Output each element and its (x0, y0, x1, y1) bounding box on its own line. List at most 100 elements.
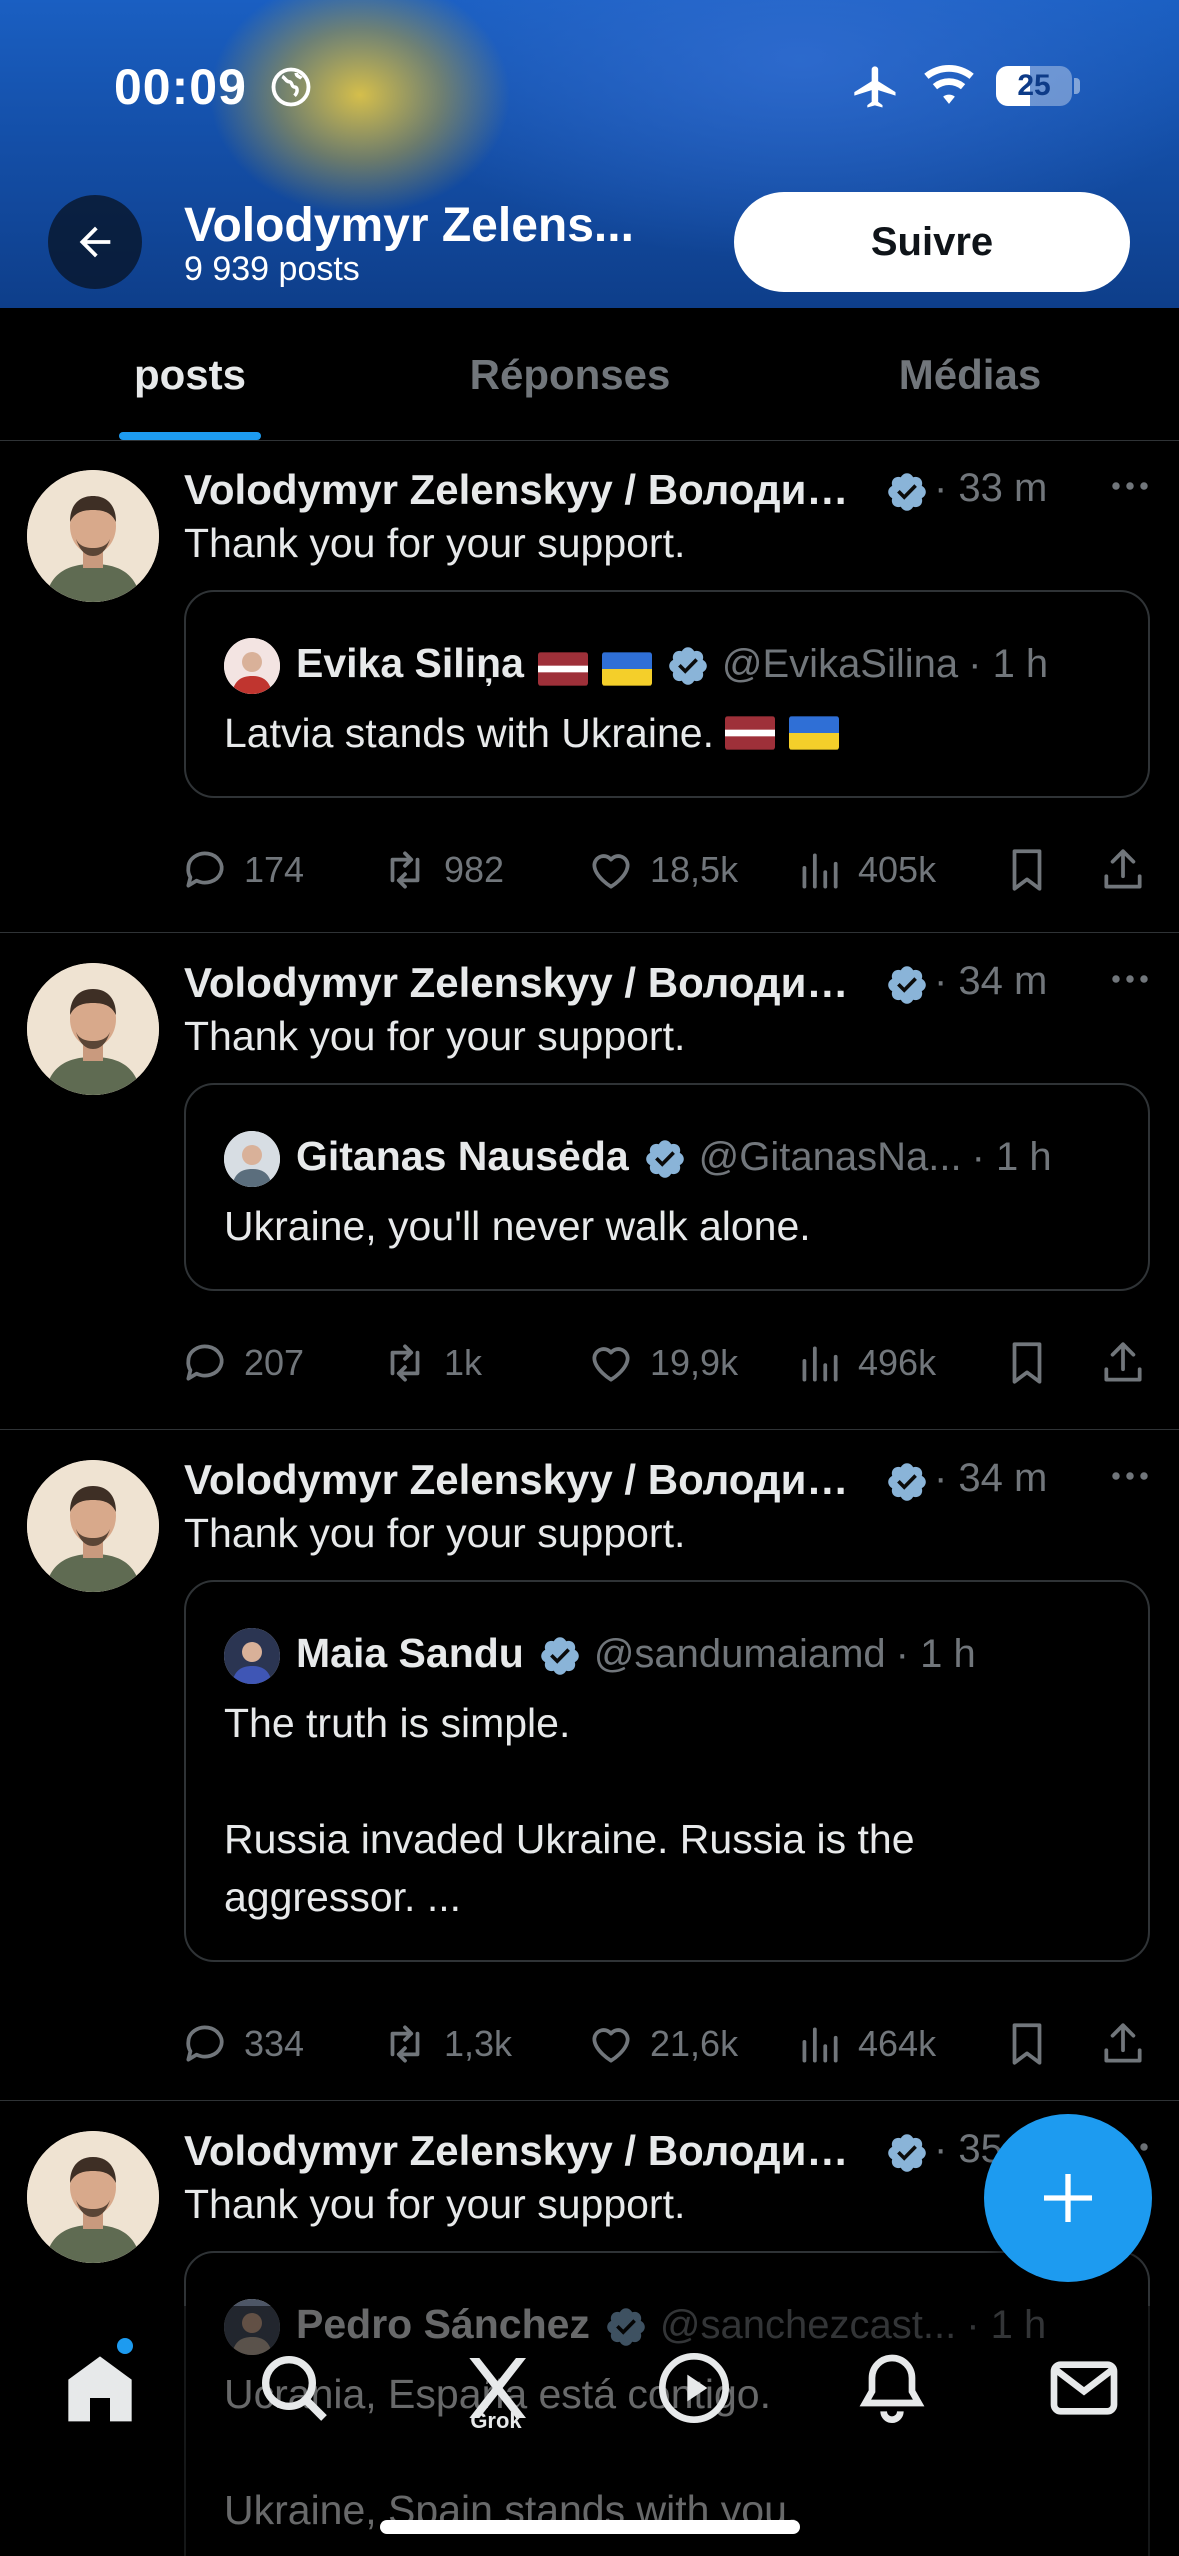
quoted-author-avatar (224, 1131, 280, 1187)
quoted-post-header: Maia Sandu @sandumaiamd · 1 h (224, 1622, 1124, 1684)
quoted-author-name: Gitanas Nausėda (296, 1133, 629, 1179)
like-icon (592, 2028, 630, 2063)
post-time: · 34 m (934, 959, 1048, 1003)
bookmark-button[interactable] (1002, 1333, 1066, 1393)
author-name[interactable]: Volodymyr Zelenskyy / Володимир Зеленськ… (184, 959, 879, 1007)
quoted-author-handle: @sandumaiamd (593, 1632, 886, 1676)
app-root: 00:09 25 Volodymyr Zelens... 9 939 posts… (0, 0, 1179, 2556)
grok-label: Grok (470, 2408, 522, 2433)
profile-banner: 00:09 25 Volodymyr Zelens... 9 939 posts… (0, 0, 1179, 308)
more-options-icon[interactable] (1102, 1448, 1158, 1504)
quote-avatar-image (224, 1628, 280, 1684)
quoted-post-body: The truth is simple. Russia invaded Ukra… (224, 1700, 915, 1920)
share-icon (1104, 2023, 1142, 2063)
repost-count: 1k (444, 1342, 483, 1383)
post[interactable]: Volodymyr Zelenskyy / Володимир Зеленськ… (0, 933, 1179, 1430)
post[interactable]: Volodymyr Zelenskyy / Володимир Зеленськ… (0, 1430, 1179, 2101)
repost-button[interactable]: 1,3k (380, 2014, 512, 2074)
author-avatar[interactable] (27, 1460, 159, 1592)
post-text: Thank you for your support. (184, 2181, 686, 2227)
views-icon (802, 2027, 838, 2063)
post-text: Thank you for your support. (184, 520, 686, 566)
views-button[interactable]: 405k (794, 840, 936, 900)
reply-button[interactable]: 334 (180, 2014, 304, 2074)
quoted-post-text: Ukraine, you'll never walk alone. (224, 1197, 1114, 1255)
quoted-post[interactable]: Evika Siliņa @EvikaSilina · 1 h Latvia stan… (184, 590, 1150, 798)
bookmark-button[interactable] (1002, 2014, 1066, 2074)
author-avatar[interactable] (27, 963, 159, 1095)
status-time: 00:09 (114, 59, 247, 115)
quoted-post[interactable]: Gitanas Nausėda @GitanasNa... · 1 h Ukraine… (184, 1083, 1150, 1291)
author-name[interactable]: Volodymyr Zelenskyy / Володимир Зеленськ… (184, 1456, 879, 1504)
quote-avatar-image (224, 638, 280, 694)
repost-button[interactable]: 1k (380, 1333, 482, 1393)
quoted-post-body: Ukraine, you'll never walk alone. (224, 1203, 811, 1249)
views-button[interactable]: 464k (794, 2014, 936, 2074)
reply-count: 334 (244, 2023, 305, 2064)
share-button[interactable] (1098, 840, 1162, 900)
battery-level: 25 (1017, 69, 1051, 102)
reply-icon (186, 851, 224, 888)
tab-media[interactable]: Médias (830, 308, 1110, 440)
repost-icon (390, 2025, 420, 2063)
messages-icon[interactable] (1044, 2348, 1124, 2428)
share-button[interactable] (1098, 1333, 1162, 1393)
more-options-icon[interactable] (1102, 951, 1158, 1007)
home-indicator (380, 2520, 800, 2534)
post-actions: 207 1k 19,9k 496k (184, 1333, 1164, 1393)
verified-badge-icon (888, 966, 926, 1004)
video-icon[interactable] (654, 2348, 734, 2428)
like-button[interactable]: 19,9k (586, 1333, 738, 1393)
post-text: Thank you for your support. (184, 1013, 686, 1059)
search-icon[interactable] (254, 2348, 334, 2428)
author-avatar[interactable] (27, 470, 159, 602)
avatar-image (27, 963, 159, 1095)
views-count: 464k (858, 2023, 937, 2064)
post-time: · 34 m (934, 1456, 1048, 1500)
follow-button[interactable]: Suivre (734, 192, 1130, 292)
quoted-author-avatar (224, 638, 280, 694)
airplane-mode-icon (854, 66, 896, 108)
avatar-image (27, 470, 159, 602)
quoted-post-header: Evika Siliņa @EvikaSilina · 1 h (224, 632, 1124, 694)
author-avatar[interactable] (27, 2131, 159, 2263)
reply-button[interactable]: 174 (180, 840, 304, 900)
battery-cap (1074, 78, 1080, 94)
repost-count: 982 (444, 849, 505, 890)
repost-icon (390, 1344, 420, 1382)
compose-post-button[interactable] (984, 2114, 1152, 2282)
reply-button[interactable]: 207 (180, 1333, 304, 1393)
views-button[interactable]: 496k (794, 1333, 936, 1393)
tab-posts[interactable]: posts (60, 308, 320, 440)
quoted-post-body: Latvia stands with Ukraine. (224, 710, 714, 756)
like-count: 19,9k (650, 1342, 739, 1383)
post[interactable]: Volodymyr Zelenskyy / Володимир Зеленськ… (0, 440, 1179, 933)
quoted-verified-badge-icon (645, 1140, 684, 1178)
share-icon (1104, 1342, 1142, 1382)
battery-indicator: 25 (996, 66, 1072, 106)
avatar-image (27, 1460, 159, 1592)
post-header: Volodymyr Zelenskyy / Володимир Зеленськ… (184, 1448, 1148, 1504)
share-icon (1104, 849, 1142, 889)
more-options-icon[interactable] (1102, 458, 1158, 514)
quoted-post[interactable]: Maia Sandu @sandumaiamd · 1 h The truth is … (184, 1580, 1150, 1962)
like-count: 18,5k (650, 849, 739, 890)
repost-icon (390, 851, 420, 889)
like-button[interactable]: 18,5k (586, 840, 738, 900)
author-name[interactable]: Volodymyr Zelenskyy / Володимир Зеленськ… (184, 2127, 879, 2175)
home-icon[interactable] (60, 2348, 140, 2428)
author-name[interactable]: Volodymyr Zelenskyy / Володимир Зеленськ… (184, 466, 879, 514)
like-count: 21,6k (650, 2023, 739, 2064)
bookmark-button[interactable] (1002, 840, 1066, 900)
plus-icon (1044, 2174, 1092, 2222)
notifications-icon[interactable] (852, 2348, 932, 2428)
quoted-author-name: Maia Sandu (296, 1630, 524, 1676)
like-button[interactable]: 21,6k (586, 2014, 738, 2074)
repost-count: 1,3k (444, 2023, 513, 2064)
share-button[interactable] (1098, 2014, 1162, 2074)
quoted-post-time: · 1 h (971, 1135, 1052, 1179)
post-actions: 334 1,3k 21,6k 464k (184, 2014, 1164, 2074)
back-button[interactable] (48, 195, 142, 289)
tab-replies[interactable]: Réponses (420, 308, 720, 440)
repost-button[interactable]: 982 (380, 840, 504, 900)
